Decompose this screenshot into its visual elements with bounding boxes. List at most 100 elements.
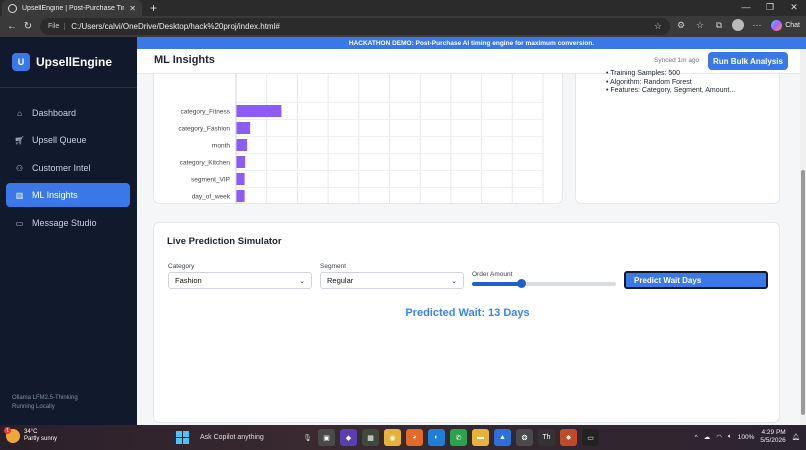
terminal-icon[interactable]: ▭ — [582, 429, 599, 446]
text-editor-icon[interactable]: Th — [538, 429, 555, 446]
browser-tab-bar: UpsellEngine | Post-Purchase Timi… ✕ + —… — [0, 0, 806, 16]
y-tick-label: category_Kitchen — [180, 160, 231, 167]
store-icon[interactable]: ▲ — [494, 429, 511, 446]
weather-widget[interactable]: 1 34°C Partly sunny — [4, 427, 57, 443]
y-tick-label: category_Fashion — [178, 126, 230, 133]
whatsapp-icon[interactable]: ✆ — [450, 429, 467, 446]
windows-taskbar: 1 34°C Partly sunny Ask Copilot anything… — [0, 425, 806, 450]
notifications-icon[interactable]: 🔔︎ — [792, 433, 800, 441]
clock[interactable]: 4:29 PM 5/5/2026 — [760, 429, 785, 445]
users-icon: ⚇ — [15, 163, 24, 173]
minimize-icon[interactable]: — — [734, 0, 758, 14]
bar — [236, 190, 245, 202]
sidebar-divider — [0, 87, 137, 88]
prediction-simulator-card: Live Prediction Simulator Category Fashi… — [153, 222, 780, 423]
bar — [236, 156, 246, 168]
windows-start-icon[interactable] — [176, 431, 189, 444]
demo-banner: HACKATHON DEMO: Post-Purchase AI timing … — [137, 37, 806, 49]
scrollbar-thumb[interactable] — [801, 170, 805, 415]
clock-date: 5/5/2026 — [760, 437, 786, 444]
chat-label: Chat — [785, 22, 800, 29]
category-select[interactable]: Fashion ⌄ — [168, 272, 312, 289]
volume-icon[interactable]: 🔈︎ — [728, 433, 732, 441]
copilot-app-icon[interactable]: ◆ — [340, 429, 357, 446]
predict-wait-days-button[interactable]: Predict Wait Days — [624, 271, 768, 289]
temperature: 34°C — [24, 429, 38, 435]
app-root: U UpsellEngine ⌂ Dashboard 🛒︎ Upsell Que… — [0, 37, 806, 425]
segment-select-value: Regular — [327, 276, 354, 285]
sidebar-item-label: ML Insights — [32, 190, 78, 200]
close-tab-icon[interactable]: ✕ — [129, 4, 136, 13]
search-text: Ask Copilot anything — [200, 434, 264, 441]
predicted-wait-result: Predicted Wait: 13 Days — [405, 307, 530, 319]
maximize-icon[interactable]: ❐ — [758, 0, 782, 14]
address-bar[interactable]: File C:/Users/calvi/OneDrive/Desktop/hac… — [40, 18, 670, 35]
order-amount-label: Order Amount — [472, 271, 513, 278]
feature-importance-chart: 00.050.100.150.200.250.300.350.400.450.5… — [178, 74, 550, 220]
wifi-icon[interactable]: ◠ — [716, 433, 722, 441]
task-view-icon[interactable]: ▣ — [318, 429, 335, 446]
y-tick-label: day_of_week — [192, 194, 231, 201]
sidebar-item-ml-insights[interactable]: ▥ ML Insights — [6, 183, 130, 207]
order-amount-slider[interactable] — [472, 279, 616, 288]
sidebar-item-customer-intel[interactable]: ⚇ Customer Intel — [6, 156, 130, 180]
url-text[interactable]: C:/Users/calvi/OneDrive/Desktop/hack%20p… — [71, 22, 280, 31]
chevron-up-icon[interactable]: ^ — [695, 434, 698, 441]
battery-level[interactable]: 100% — [738, 434, 755, 441]
extensions-icon[interactable]: ⚙ — [675, 20, 687, 31]
clock-time: 4:29 PM — [761, 429, 786, 436]
y-tick-label: segment_VIP — [191, 177, 230, 184]
sidebar-item-message-studio[interactable]: ▭ Message Studio — [6, 211, 130, 235]
sidebar-item-upsell-queue[interactable]: 🛒︎ Upsell Queue — [6, 128, 130, 152]
collections-icon[interactable]: ⧉ — [713, 20, 725, 31]
sidebar-item-label: Dashboard — [32, 108, 77, 118]
slider-handle[interactable] — [516, 279, 526, 288]
refresh-icon[interactable]: ↻ — [20, 21, 36, 32]
window-controls: — ❐ ✕ — [734, 0, 806, 14]
copilot-chat-button[interactable]: Chat — [771, 20, 800, 31]
run-bulk-analysis-button[interactable]: Run Bulk Analysis — [708, 52, 788, 70]
weather-text: 34°C Partly sunny — [24, 429, 57, 443]
cloud-icon[interactable]: ☁ — [704, 433, 711, 441]
model-running-status: Running Locally — [12, 404, 55, 410]
chevron-down-icon: ⌄ — [451, 277, 457, 285]
segment-select[interactable]: Regular ⌄ — [320, 272, 464, 289]
chatgpt-icon[interactable]: ❂ — [516, 429, 533, 446]
copilot-icon — [771, 20, 783, 31]
bar — [236, 105, 282, 117]
favorites-icon[interactable]: ☆ — [694, 20, 706, 31]
logo-icon: U — [12, 53, 30, 71]
firefox-icon[interactable]: ◕ — [406, 429, 423, 446]
model-status: Ollama LFM2.5-Thinking Running Locally — [12, 394, 78, 412]
file-explorer-icon[interactable]: ▬ — [472, 429, 489, 446]
app-icon[interactable]: ✸ — [560, 429, 577, 446]
sidebar-item-label: Message Studio — [32, 218, 97, 228]
widgets-icon[interactable]: ▦ — [362, 429, 379, 446]
microphone-icon[interactable]: 🎙︎ — [303, 434, 312, 442]
new-tab-icon[interactable]: + — [150, 1, 157, 15]
back-icon[interactable]: ← — [4, 21, 20, 32]
segment-label: Segment — [320, 263, 347, 270]
model-info-item: Algorithm: Random Forest — [606, 79, 736, 88]
weather-condition: Partly sunny — [24, 436, 58, 442]
taskbar-search[interactable]: Ask Copilot anything 🎙︎ — [200, 430, 312, 445]
more-icon[interactable]: ⋯ — [751, 20, 763, 31]
sidebar-item-label: Customer Intel — [32, 163, 91, 173]
profile-avatar[interactable] — [732, 19, 744, 31]
feature-importance-card: 00.050.100.150.200.250.300.350.400.450.5… — [153, 74, 563, 220]
bar — [236, 173, 245, 185]
edge-icon[interactable]: ◐ — [428, 429, 445, 446]
simulator-title: Live Prediction Simulator — [167, 236, 282, 247]
system-tray: ^ ☁ ◠ 🔈︎ 100% 4:29 PM 5/5/2026 🔔︎ — [695, 429, 800, 445]
model-name: Ollama LFM2.5-Thinking — [12, 395, 78, 401]
sidebar-item-dashboard[interactable]: ⌂ Dashboard — [6, 101, 130, 125]
close-window-icon[interactable]: ✕ — [782, 0, 806, 14]
bar-chart-icon: ▥ — [15, 190, 24, 200]
browser-toolbar: ← ↻ File C:/Users/calvi/OneDrive/Desktop… — [0, 16, 806, 37]
chrome-icon[interactable]: ◉ — [384, 429, 401, 446]
favorite-star-icon[interactable]: ☆ — [654, 21, 662, 32]
slider-fill — [472, 282, 521, 286]
cart-icon: 🛒︎ — [14, 135, 25, 145]
browser-tab[interactable]: UpsellEngine | Post-Purchase Timi… ✕ — [2, 0, 142, 16]
sync-status: Synced 1m ago — [654, 57, 700, 64]
